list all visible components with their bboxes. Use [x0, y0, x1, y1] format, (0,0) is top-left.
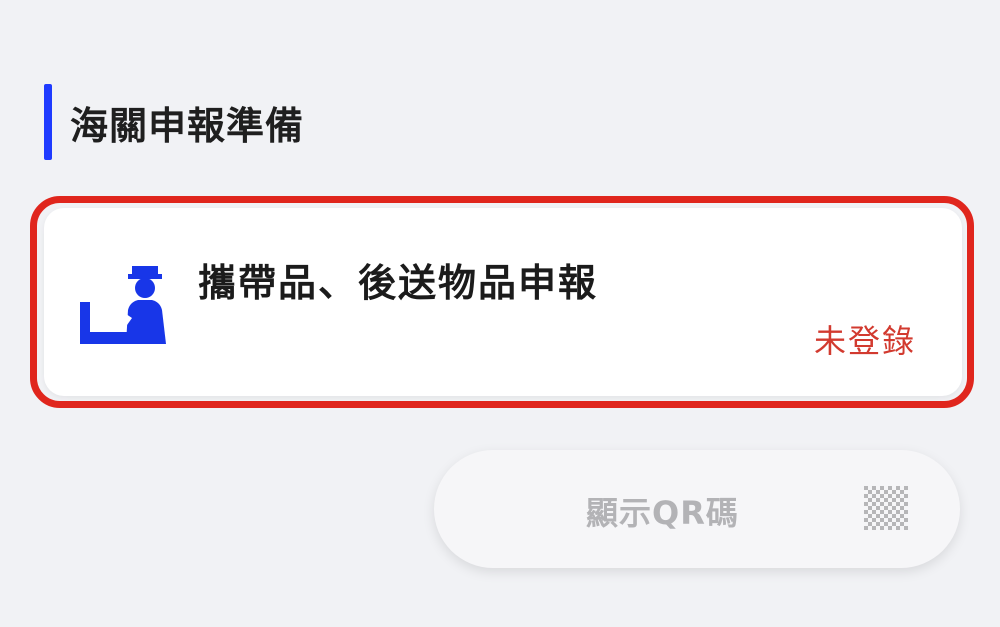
show-qr-button[interactable]: 顯示QR碼 [434, 450, 960, 568]
qr-button-label: 顯示QR碼 [586, 494, 739, 532]
section-title: 海關申報準備 [70, 103, 305, 148]
page: 海關申報準備 攜帶品、後送物品申報 未登錄 顯示QR碼 [0, 0, 1000, 627]
section-accent-bar [44, 84, 52, 160]
section-header: 海關申報準備 [44, 84, 304, 160]
qr-code-icon [864, 486, 908, 530]
highlight-outline [30, 196, 974, 408]
